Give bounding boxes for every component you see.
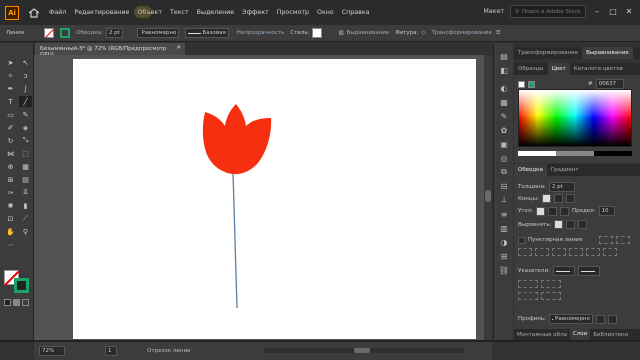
dashed-line-label: Пунктирная линия: [528, 237, 583, 243]
flip-across-button[interactable]: [607, 314, 617, 324]
limit-label: Предел:: [571, 208, 596, 214]
dash-field-3[interactable]: [586, 248, 600, 256]
panel-dock: ▤ ◧ ◐ ▦ ✎ ✿ ▣ ◎ ⧉ ⊟ ⟂ ≡ ▥ ◑ ⊞ ⛓: [493, 43, 513, 340]
tab-color-guide[interactable]: Каталоги цветов: [570, 63, 627, 75]
weight-input[interactable]: 2 pt: [548, 182, 575, 192]
appearance-icon[interactable]: ◎: [499, 153, 509, 163]
transform-align-tabs: Трансформирование Выравнивание: [514, 47, 640, 59]
color-spectrum-picker[interactable]: [518, 89, 632, 147]
profile-select[interactable]: Равномерно: [548, 314, 593, 324]
gradient-panel-icon[interactable]: ▥: [499, 223, 509, 233]
bottom-panel-tabs: Монтажные обла Слои Библиотеки: [514, 329, 640, 340]
arrow-scale-end[interactable]: [541, 280, 561, 288]
start-arrow-select[interactable]: [552, 266, 575, 276]
tab-artboards[interactable]: Монтажные обла: [514, 332, 570, 338]
gap-field-3[interactable]: [603, 248, 617, 256]
tab-stroke[interactable]: Обводка: [514, 164, 547, 176]
white-chip[interactable]: [518, 151, 556, 156]
properties-icon[interactable]: ▤: [499, 51, 509, 61]
tab-layers[interactable]: Слои: [569, 329, 591, 340]
stroke-panel: Толщина: 2 pt Концы: Угол: Предел: 10 Выров…: [514, 176, 640, 329]
arrow-scale-start[interactable]: [518, 280, 538, 288]
black-chip[interactable]: [594, 151, 632, 156]
dashed-line-checkbox[interactable]: [518, 236, 525, 244]
gray-chip[interactable]: [556, 151, 594, 156]
caps-label: Концы:: [518, 195, 539, 202]
hex-input[interactable]: 00637: [595, 79, 624, 89]
tulip-stem-line[interactable]: [232, 171, 238, 309]
dash-preset-2[interactable]: [616, 236, 631, 244]
scroll-thumb[interactable]: [485, 190, 491, 202]
vertical-scrollbar[interactable]: [484, 55, 492, 340]
status-bar: 72% 1 Отрезок линии: [34, 342, 492, 360]
align-panel-icon[interactable]: ⊟: [499, 181, 509, 191]
arrowheads-label: Указатели:: [518, 268, 550, 274]
round-join-button[interactable]: [547, 206, 557, 216]
bevel-join-button[interactable]: [559, 206, 569, 216]
status-info: Отрезок линии: [147, 348, 191, 354]
tab-color[interactable]: Цвет: [547, 63, 570, 75]
stroke-mini-swatch[interactable]: [528, 80, 535, 88]
dash-preset-1[interactable]: [599, 236, 614, 244]
align-outside-button[interactable]: [578, 220, 588, 229]
bottom-divider: [0, 340, 640, 342]
flip-along-button[interactable]: [595, 314, 605, 324]
align-center-button[interactable]: [554, 220, 564, 229]
tab-align[interactable]: Выравнивание: [582, 47, 633, 59]
gap-field-2[interactable]: [569, 248, 583, 256]
layers-icon[interactable]: ◧: [499, 65, 509, 75]
zoom-field[interactable]: 72%: [39, 346, 65, 356]
dash-field-2[interactable]: [552, 248, 566, 256]
profile-value: Равномерно: [555, 316, 590, 322]
tab-libraries[interactable]: Библиотеки: [590, 332, 631, 338]
corner-label: Угол:: [518, 208, 533, 214]
color-icon[interactable]: ◐: [499, 83, 509, 93]
transform-panel-icon[interactable]: ⟂: [499, 195, 509, 205]
h-scroll-thumb[interactable]: [354, 348, 370, 353]
artboard-nav-field[interactable]: 1: [105, 346, 117, 356]
color-strip[interactable]: [518, 151, 632, 156]
artboards-panel-icon[interactable]: ⊞: [499, 251, 509, 261]
transparency-icon[interactable]: ◑: [499, 237, 509, 247]
align-inside-button[interactable]: [566, 220, 576, 229]
tulip-bloom-shape[interactable]: [202, 104, 272, 175]
fill-mini-swatch[interactable]: [518, 80, 525, 88]
tab-gradient[interactable]: Градиент: [547, 164, 583, 176]
horizontal-scrollbar[interactable]: [264, 348, 464, 353]
round-cap-button[interactable]: [553, 194, 563, 203]
links-icon[interactable]: ⛓: [499, 265, 509, 275]
arrow-align-2[interactable]: [541, 292, 561, 300]
stroke-panel-tabs: Обводка Градиент: [514, 164, 640, 176]
swatches-icon[interactable]: ▦: [499, 97, 509, 107]
limit-input[interactable]: 10: [598, 206, 615, 216]
symbols-icon[interactable]: ✿: [499, 125, 509, 135]
butt-cap-button[interactable]: [541, 194, 551, 203]
align-stroke-label: Выровнять:: [518, 221, 552, 228]
dash-field-1[interactable]: [518, 248, 532, 256]
arrow-align-1[interactable]: [518, 292, 538, 300]
stroke-panel-icon[interactable]: ≡: [499, 209, 509, 219]
pathfinder-icon[interactable]: ⧉: [499, 167, 509, 177]
tab-transform[interactable]: Трансформирование: [514, 47, 582, 59]
right-panels: Трансформирование Выравнивание Образцы Ц…: [514, 43, 640, 340]
color-panel-tabs: Образцы Цвет Каталоги цветов: [514, 63, 640, 75]
weight-label: Толщина:: [518, 184, 546, 190]
hash-label: #: [588, 81, 593, 87]
tab-swatches[interactable]: Образцы: [514, 63, 548, 75]
miter-join-button[interactable]: [535, 206, 545, 216]
graphic-styles-icon[interactable]: ▣: [499, 139, 509, 149]
brushes-icon[interactable]: ✎: [499, 111, 509, 121]
square-cap-button[interactable]: [565, 194, 575, 203]
end-arrow-select[interactable]: [577, 266, 600, 276]
gap-field-1[interactable]: [535, 248, 549, 256]
profile-label-panel: Профиль:: [518, 316, 546, 322]
color-panel: # 00637: [514, 75, 640, 163]
